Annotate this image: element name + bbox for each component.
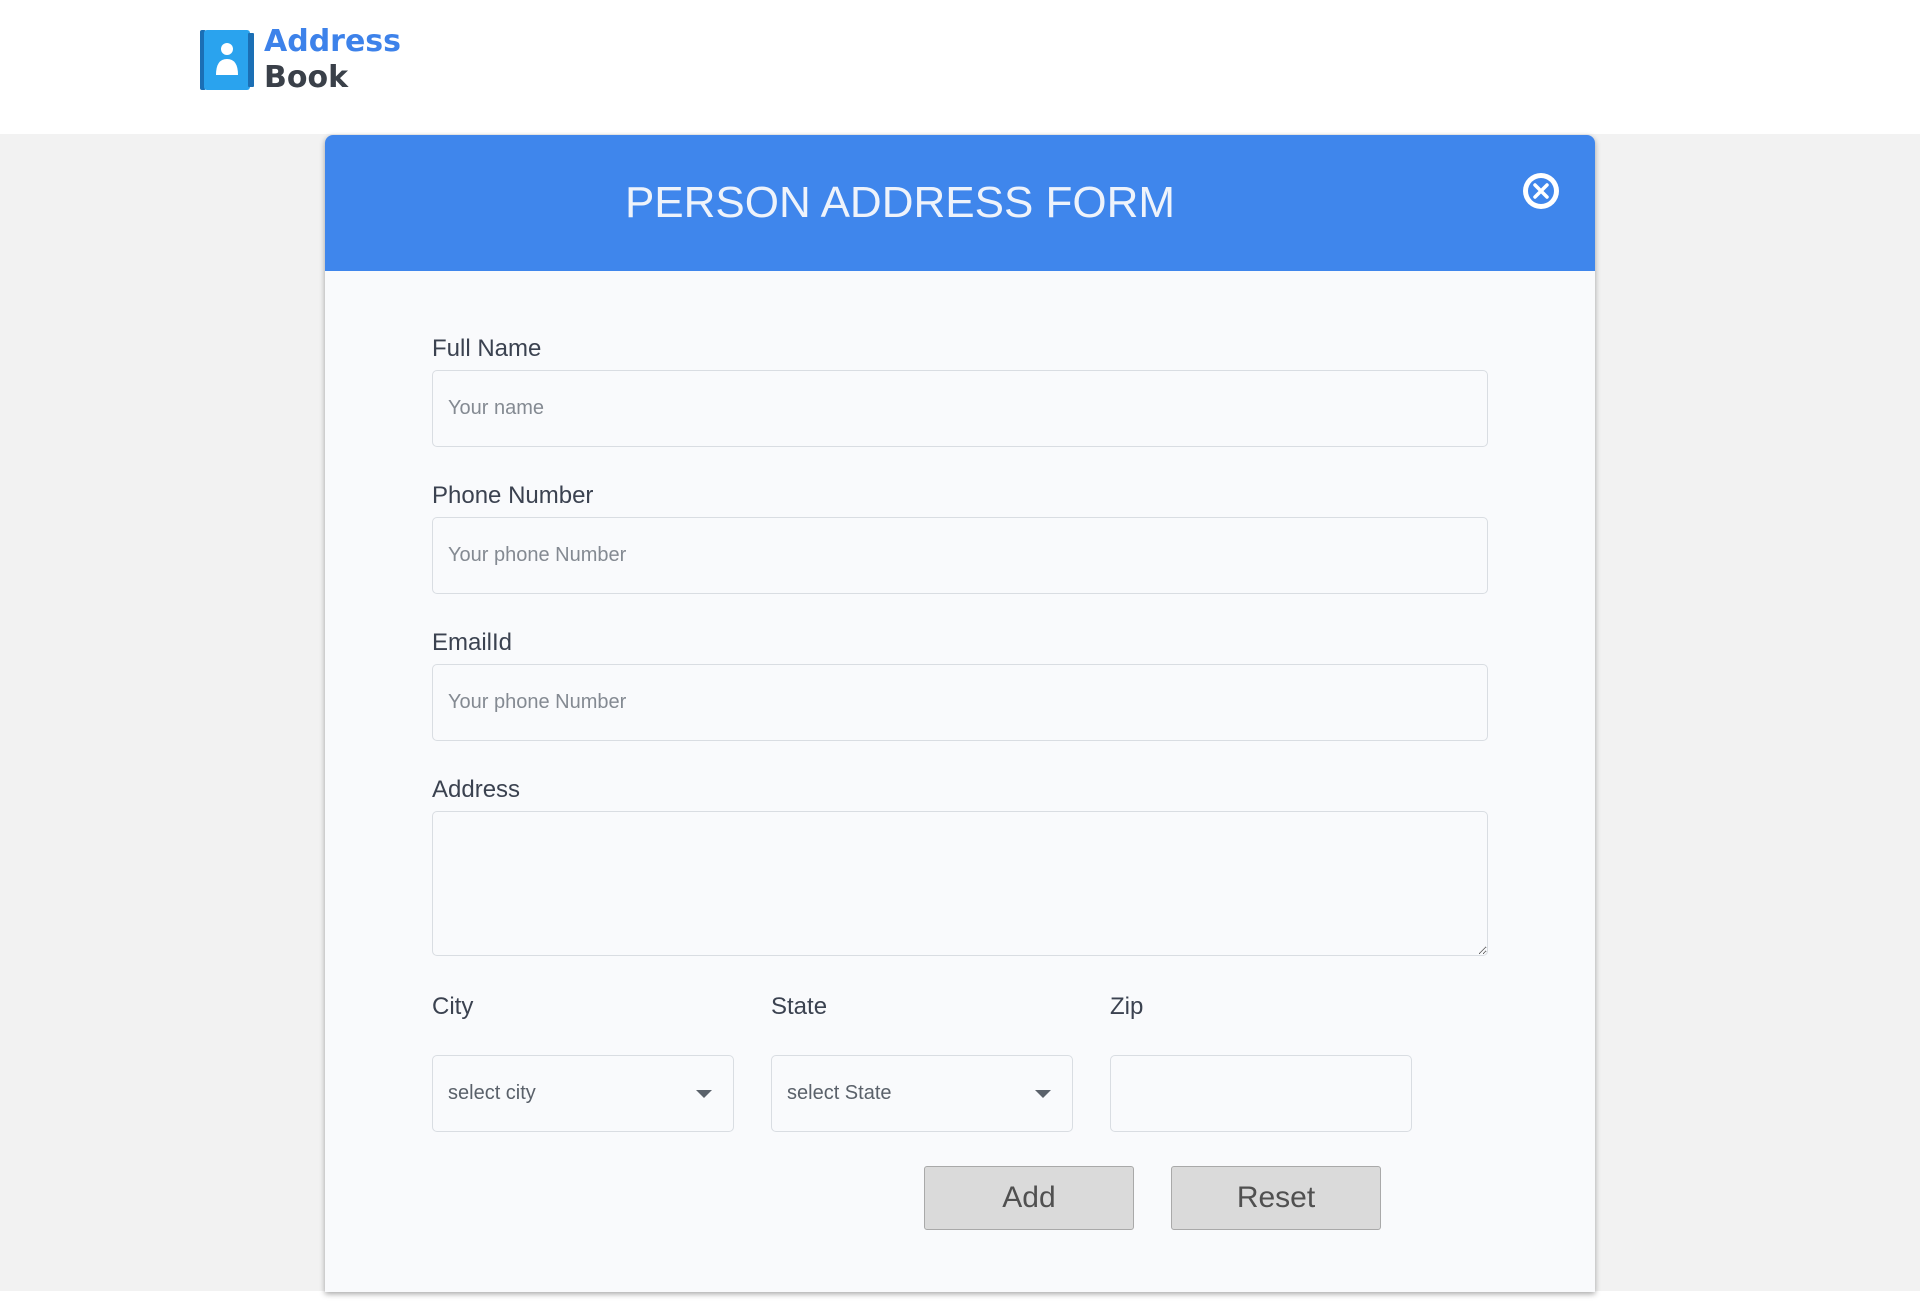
- reset-button[interactable]: Reset: [1171, 1166, 1381, 1230]
- person-address-form: PERSON ADDRESS FORM Full Name Phone Numb…: [325, 135, 1595, 1292]
- state-select-value: select State: [787, 1082, 892, 1104]
- state-label: State: [771, 993, 828, 1020]
- full-name-input[interactable]: [432, 370, 1488, 447]
- form-header: PERSON ADDRESS FORM: [325, 135, 1595, 271]
- zip-label: Zip: [1110, 993, 1144, 1020]
- logo-text: Address Book: [264, 24, 401, 96]
- caret-down-icon: [1035, 1089, 1051, 1098]
- city-label: City: [432, 993, 474, 1020]
- logo-line-book: Book: [264, 60, 349, 95]
- address-textarea[interactable]: [432, 811, 1488, 956]
- zip-input[interactable]: [1110, 1055, 1412, 1132]
- city-select-value: select city: [448, 1082, 536, 1104]
- phone-number-label: Phone Number: [432, 482, 594, 509]
- address-book-icon: [200, 27, 254, 93]
- add-button[interactable]: Add: [924, 1166, 1134, 1230]
- app-header: Address Book: [0, 0, 1920, 134]
- full-name-label: Full Name: [432, 335, 542, 362]
- phone-number-input[interactable]: [432, 517, 1488, 594]
- city-select[interactable]: select city: [432, 1055, 734, 1132]
- logo-line-address: Address: [264, 24, 402, 59]
- email-input[interactable]: [432, 664, 1488, 741]
- logo[interactable]: Address Book: [200, 24, 401, 96]
- form-title: PERSON ADDRESS FORM: [624, 178, 1176, 227]
- state-select[interactable]: select State: [771, 1055, 1073, 1132]
- close-icon[interactable]: [1523, 173, 1559, 209]
- address-label: Address: [432, 776, 521, 803]
- email-label: EmailId: [432, 629, 513, 656]
- caret-down-icon: [696, 1089, 712, 1098]
